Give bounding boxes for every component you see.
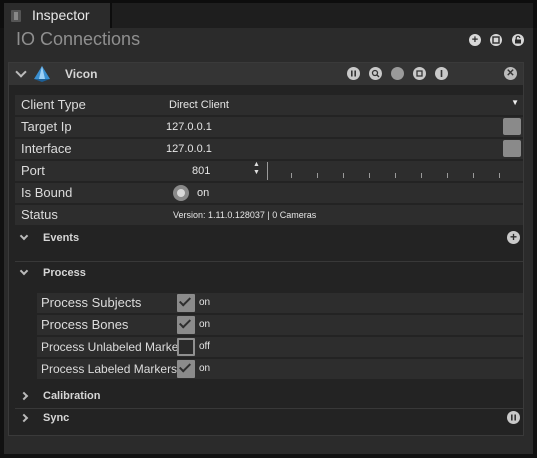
vicon-component: Vicon ✕ Client Type Direct Client ▼ Targ… bbox=[8, 62, 524, 436]
pause-icon[interactable] bbox=[347, 67, 360, 80]
calibration-title: Calibration bbox=[43, 390, 101, 402]
process-chevron-icon[interactable] bbox=[19, 266, 29, 276]
tab-inspector[interactable]: Inspector bbox=[4, 3, 110, 28]
tab-label: Inspector bbox=[32, 7, 90, 23]
process-unlabeled-marker-checkbox[interactable] bbox=[177, 338, 195, 356]
process-subjects-checkbox[interactable] bbox=[177, 294, 195, 312]
process-labeled-markers-state: on bbox=[199, 363, 211, 374]
panel-title: IO Connections bbox=[16, 29, 141, 49]
process-unlabeled-marker-state: off bbox=[199, 341, 210, 352]
process-labeled-markers-checkbox[interactable] bbox=[177, 360, 195, 378]
component-title: Vicon bbox=[65, 67, 98, 81]
tab-bar-empty bbox=[112, 3, 533, 28]
is-bound-value: on bbox=[197, 187, 210, 199]
port-stepper[interactable]: ▲ ▼ bbox=[253, 161, 260, 177]
client-type-value: Direct Client bbox=[169, 99, 229, 111]
add-event-icon[interactable]: + bbox=[507, 231, 520, 244]
check-icon bbox=[178, 360, 192, 373]
target-ip-row: Target Ip 127.0.0.1 bbox=[15, 117, 523, 137]
vicon-logo-icon bbox=[34, 66, 50, 82]
interface-button[interactable] bbox=[503, 140, 521, 157]
calibration-chevron-icon[interactable] bbox=[19, 391, 29, 401]
process-unlabeled-marker-row: Process Unlabeled Marker off bbox=[37, 337, 523, 357]
process-subjects-state: on bbox=[199, 297, 211, 308]
process-bones-label: Process Bones bbox=[41, 317, 129, 332]
client-type-row: Client Type Direct Client ▼ bbox=[15, 95, 523, 115]
check-icon bbox=[178, 294, 192, 307]
process-labeled-markers-row: Process Labeled Markers on bbox=[37, 359, 523, 379]
target-ip-label: Target Ip bbox=[21, 119, 72, 134]
sync-title: Sync bbox=[43, 412, 70, 424]
status-label: Status bbox=[21, 207, 58, 222]
process-unlabeled-marker-label: Process Unlabeled Marker bbox=[41, 340, 183, 354]
tab-bar: Inspector bbox=[0, 0, 537, 28]
lock-icon[interactable] bbox=[512, 34, 524, 46]
process-bones-checkbox[interactable] bbox=[177, 316, 195, 334]
process-subjects-label: Process Subjects bbox=[41, 295, 142, 310]
interface-field[interactable]: 127.0.0.1 bbox=[166, 143, 212, 155]
interface-row: Interface 127.0.0.1 bbox=[15, 139, 523, 159]
process-title: Process bbox=[43, 267, 86, 279]
dropdown-arrow-icon: ▼ bbox=[511, 98, 519, 107]
copy-component-icon[interactable] bbox=[413, 67, 426, 80]
inspector-panel: IO Connections + Vicon ✕ Client Type Dir… bbox=[4, 28, 533, 454]
process-subjects-row: Process Subjects on bbox=[37, 293, 523, 313]
component-header[interactable]: Vicon ✕ bbox=[9, 63, 523, 85]
port-label: Port bbox=[21, 163, 45, 178]
process-bones-state: on bbox=[199, 319, 211, 330]
add-icon[interactable]: + bbox=[469, 34, 481, 46]
client-type-label: Client Type bbox=[21, 97, 86, 112]
is-bound-row: Is Bound on bbox=[15, 183, 523, 203]
close-icon[interactable]: ✕ bbox=[504, 67, 517, 80]
port-row: Port 801 ▲ ▼ bbox=[15, 161, 523, 181]
search-icon[interactable] bbox=[369, 67, 382, 80]
events-chevron-icon[interactable] bbox=[19, 231, 29, 241]
target-ip-field[interactable]: 127.0.0.1 bbox=[166, 121, 212, 133]
status-value: Version: 1.11.0.128037 | 0 Cameras bbox=[173, 210, 317, 220]
copy-icon[interactable] bbox=[490, 34, 502, 46]
panel-grip-icon bbox=[11, 10, 21, 22]
check-icon bbox=[178, 316, 192, 329]
port-field[interactable]: 801 bbox=[192, 165, 210, 177]
sync-section[interactable]: Sync bbox=[15, 407, 523, 431]
is-bound-toggle[interactable] bbox=[173, 185, 189, 201]
port-slider[interactable] bbox=[265, 161, 523, 181]
target-ip-button[interactable] bbox=[503, 118, 521, 135]
calibration-section[interactable]: Calibration bbox=[15, 385, 523, 409]
events-section[interactable]: Events + bbox=[15, 227, 523, 251]
client-type-dropdown[interactable]: Direct Client ▼ bbox=[165, 95, 523, 115]
record-icon[interactable] bbox=[391, 67, 404, 80]
process-bones-row: Process Bones on bbox=[37, 315, 523, 335]
is-bound-label: Is Bound bbox=[21, 185, 73, 200]
status-row: Status Version: 1.11.0.128037 | 0 Camera… bbox=[15, 205, 523, 225]
sync-chevron-icon[interactable] bbox=[19, 413, 29, 423]
events-title: Events bbox=[43, 232, 80, 244]
process-labeled-markers-label: Process Labeled Markers bbox=[41, 362, 178, 376]
process-section[interactable]: Process bbox=[15, 262, 523, 286]
info-icon[interactable] bbox=[435, 67, 448, 80]
sync-pause-icon[interactable] bbox=[507, 411, 520, 424]
interface-label: Interface bbox=[21, 141, 72, 156]
collapse-chevron-icon[interactable] bbox=[15, 66, 27, 78]
